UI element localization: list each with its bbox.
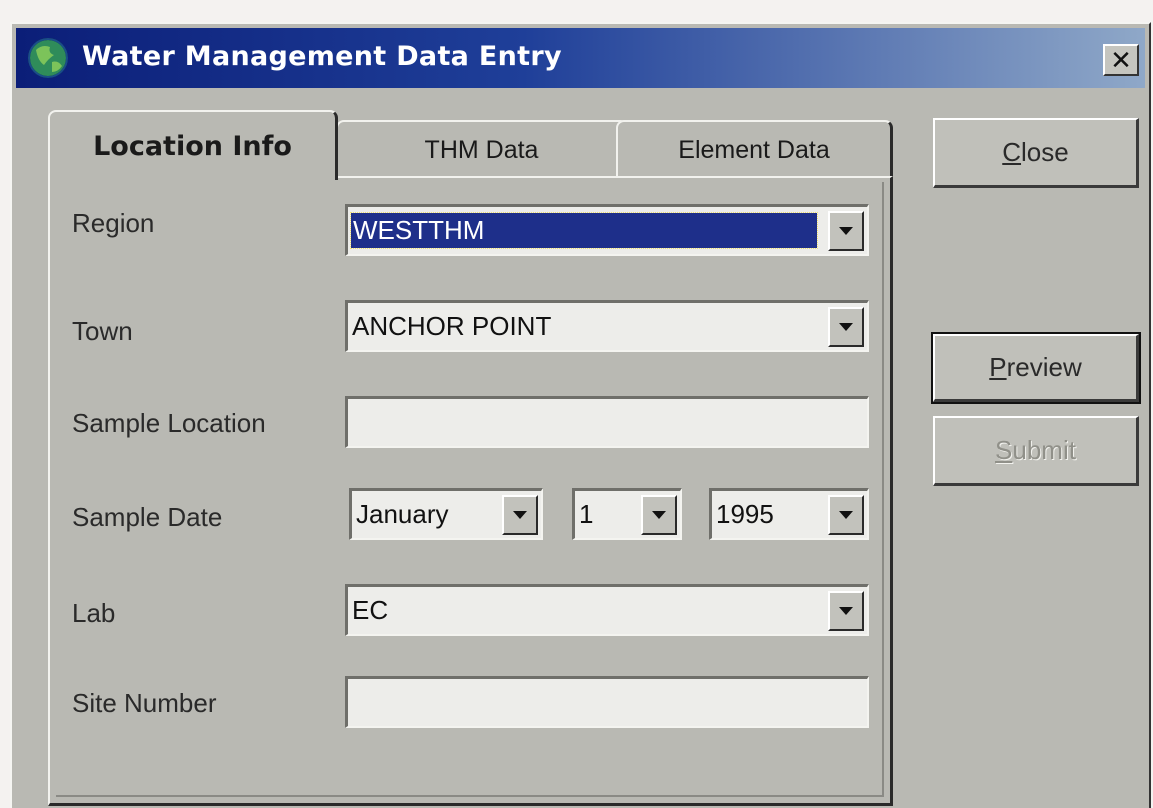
town-value: ANCHOR POINT [352,311,552,341]
close-button[interactable]: Close [933,118,1139,188]
site-number-input[interactable] [345,676,869,728]
submit-button[interactable]: Submit [933,416,1139,486]
region-label: Region [72,208,155,238]
title-bar[interactable]: Water Management Data Entry ✕ [16,28,1145,88]
sample-month-select[interactable]: January [349,488,543,540]
sample-location-label: Sample Location [72,408,266,438]
sample-month-value: January [356,499,449,529]
lab-label: Lab [72,598,116,628]
submit-label: ubmit [1012,435,1076,465]
chevron-down-icon[interactable] [828,495,864,535]
tab-thm-data[interactable]: THM Data [336,120,628,178]
chevron-down-icon[interactable] [828,591,864,631]
site-number-label: Site Number [72,688,217,718]
sample-year-select[interactable]: 1995 [709,488,869,540]
chevron-down-icon[interactable] [828,307,864,347]
sample-day-value: 1 [579,499,594,529]
lab-select[interactable]: EC [345,584,869,636]
chevron-down-icon[interactable] [828,211,864,251]
preview-button[interactable]: Preview [931,332,1141,404]
town-select[interactable]: ANCHOR POINT [345,300,869,352]
lab-value: EC [352,595,389,625]
preview-mnemonic: P [989,352,1007,382]
sample-date-label: Sample Date [72,502,223,532]
tab-element-data[interactable]: Element Data [616,120,893,178]
town-label: Town [72,316,133,346]
sample-day-select[interactable]: 1 [572,488,682,540]
close-label: lose [1021,137,1069,167]
window-title: Water Management Data Entry [82,41,562,72]
sample-location-input[interactable] [345,396,869,448]
app-window: Water Management Data Entry ✕ Location I… [10,22,1151,808]
globe-icon [28,38,68,78]
submit-mnemonic: S [995,435,1013,465]
chevron-down-icon[interactable] [641,495,677,535]
sample-year-value: 1995 [716,499,774,529]
region-select[interactable]: WESTTHM [345,204,869,256]
region-value: WESTTHM [350,212,818,249]
chevron-down-icon[interactable] [502,495,538,535]
close-icon[interactable]: ✕ [1103,44,1139,76]
close-mnemonic: C [1002,137,1022,167]
tab-location-info[interactable]: Location Info [48,110,338,180]
preview-label: review [1006,352,1082,382]
